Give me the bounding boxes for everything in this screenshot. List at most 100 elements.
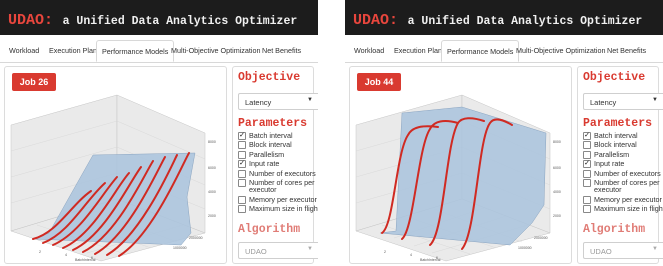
param-number-of-executors[interactable]: Number of executors [238, 168, 318, 178]
param-memory-per-executor[interactable]: Memory per executor [583, 194, 663, 204]
objective-selected-value: Latency [245, 98, 272, 107]
checkbox-unchecked-icon[interactable] [583, 205, 591, 214]
caret-down-icon: ▼ [652, 97, 658, 103]
controls-sidebar: Objective Latency ▼ Parameters ✓ Batch in… [577, 66, 663, 264]
tab-net-benefits[interactable]: Net Benefits [602, 40, 651, 62]
udao-panel-right: UDAO: a Unified Data Analytics Optimizer… [345, 0, 663, 266]
checkbox-unchecked-icon[interactable] [238, 195, 246, 204]
caret-down-icon: ▼ [652, 246, 658, 252]
param-label: Memory per executor [594, 194, 662, 204]
param-label: Number of executors [249, 168, 316, 178]
param-label: Block interval [594, 140, 637, 150]
param-memory-per-executor[interactable]: Memory per executor [238, 194, 318, 204]
param-label: Number of cores per executor [594, 178, 660, 195]
app-subtitle: a Unified Data Analytics Optimizer [62, 15, 298, 28]
param-input-rate[interactable]: ✓ Input rate [238, 159, 318, 169]
param-label: Block interval [249, 140, 292, 150]
param-label: Number of cores per executor [249, 178, 315, 195]
parameters-title: Parameters [583, 117, 653, 130]
svg-text:4: 4 [410, 253, 412, 257]
parameters-title: Parameters [238, 117, 308, 130]
algorithm-title: Algorithm [583, 223, 646, 236]
checkbox-checked-icon[interactable]: ✓ [238, 160, 246, 169]
tab-performance-models[interactable]: Performance Models [96, 40, 175, 62]
caret-down-icon: ▼ [307, 246, 313, 252]
tab-net-benefits[interactable]: Net Benefits [257, 40, 306, 62]
tab-multi-objective-optimization[interactable]: Multi-Objective Optimization [166, 40, 265, 62]
checkbox-unchecked-icon[interactable] [238, 205, 246, 214]
param-label: Parallelism [249, 149, 285, 159]
param-label: Parallelism [594, 149, 630, 159]
checkbox-checked-icon[interactable]: ✓ [238, 132, 246, 140]
param-input-rate[interactable]: ✓ Input rate [583, 159, 663, 169]
tab-execution-plan[interactable]: Execution Plan [389, 40, 447, 62]
brand-logo-text: UDAO: [353, 12, 399, 29]
param-batch-interval[interactable]: ✓ Batch interval [238, 131, 318, 140]
svg-text:2000000: 2000000 [534, 236, 548, 240]
checkbox-unchecked-icon[interactable] [583, 169, 591, 178]
surface-plot-3d[interactable]: 246 BatchInterval 10000002000000 8000600… [5, 93, 226, 263]
svg-text:8000: 8000 [208, 140, 216, 144]
param-label: Number of executors [594, 168, 661, 178]
svg-text:2000: 2000 [208, 214, 216, 218]
caret-down-icon: ▼ [307, 97, 313, 103]
parameter-checklist: ✓ Batch interval Block interval Paralleli… [238, 132, 318, 215]
param-maximum-size-in-flight[interactable]: Maximum size in flight [583, 204, 663, 214]
objective-select[interactable]: Latency ▼ [583, 93, 663, 110]
checkbox-unchecked-icon[interactable] [238, 141, 246, 150]
svg-text:8000: 8000 [553, 140, 561, 144]
checkbox-unchecked-icon[interactable] [583, 195, 591, 204]
job-badge: Job 44 [357, 73, 401, 91]
param-label: Input rate [594, 159, 625, 169]
svg-text:4000: 4000 [553, 190, 561, 194]
param-maximum-size-in-flight[interactable]: Maximum size in flight [238, 204, 318, 214]
svg-text:2: 2 [39, 250, 41, 254]
checkbox-unchecked-icon[interactable] [238, 179, 246, 188]
svg-text:6000: 6000 [553, 166, 561, 170]
param-parallelism[interactable]: Parallelism [238, 149, 318, 159]
tab-multi-objective-optimization[interactable]: Multi-Objective Optimization [511, 40, 610, 62]
checkbox-unchecked-icon[interactable] [238, 169, 246, 178]
tab-workload[interactable]: Workload [349, 40, 389, 62]
checkbox-unchecked-icon[interactable] [583, 141, 591, 150]
nav-tabs: Workload Execution Plan Performance Mode… [345, 35, 663, 63]
param-block-interval[interactable]: Block interval [583, 140, 663, 150]
checkbox-checked-icon[interactable]: ✓ [583, 132, 591, 140]
algorithm-select[interactable]: UDAO ▼ [238, 242, 318, 259]
param-label: Maximum size in flight [249, 204, 318, 214]
param-number-of-cores-per-executor[interactable]: Number of cores per executor [583, 179, 663, 194]
tab-workload[interactable]: Workload [4, 40, 44, 62]
param-label: Maximum size in flight [594, 204, 663, 214]
checkbox-unchecked-icon[interactable] [583, 150, 591, 159]
checkbox-unchecked-icon[interactable] [583, 179, 591, 188]
checkbox-checked-icon[interactable]: ✓ [583, 160, 591, 169]
objective-title: Objective [238, 71, 301, 84]
svg-text:4: 4 [65, 253, 67, 257]
svg-text:2000000: 2000000 [189, 236, 203, 240]
param-block-interval[interactable]: Block interval [238, 140, 318, 150]
surface-plot-3d[interactable]: 246 BatchInterval 10000002000000 8000600… [350, 93, 571, 263]
tab-execution-plan[interactable]: Execution Plan [44, 40, 102, 62]
algorithm-selected-value: UDAO [245, 247, 267, 256]
nav-tabs: Workload Execution Plan Performance Mode… [0, 35, 318, 63]
param-number-of-executors[interactable]: Number of executors [583, 168, 663, 178]
brand-logo-text: UDAO: [8, 12, 54, 29]
algorithm-selected-value: UDAO [590, 247, 612, 256]
param-label: Input rate [249, 159, 280, 169]
app-subtitle: a Unified Data Analytics Optimizer [407, 15, 643, 28]
app-header: UDAO: a Unified Data Analytics Optimizer [0, 0, 318, 35]
param-label: Batch interval [249, 131, 293, 140]
param-number-of-cores-per-executor[interactable]: Number of cores per executor [238, 179, 318, 194]
param-label: Memory per executor [249, 194, 317, 204]
svg-text:1000000: 1000000 [518, 246, 532, 250]
svg-text:BatchInterval: BatchInterval [75, 258, 96, 262]
param-batch-interval[interactable]: ✓ Batch interval [583, 131, 663, 140]
objective-title: Objective [583, 71, 646, 84]
param-parallelism[interactable]: Parallelism [583, 149, 663, 159]
job-badge: Job 26 [12, 73, 56, 91]
checkbox-unchecked-icon[interactable] [238, 150, 246, 159]
param-label: Batch interval [594, 131, 638, 140]
tab-performance-models[interactable]: Performance Models [441, 40, 520, 62]
algorithm-select[interactable]: UDAO ▼ [583, 242, 663, 259]
objective-select[interactable]: Latency ▼ [238, 93, 318, 110]
